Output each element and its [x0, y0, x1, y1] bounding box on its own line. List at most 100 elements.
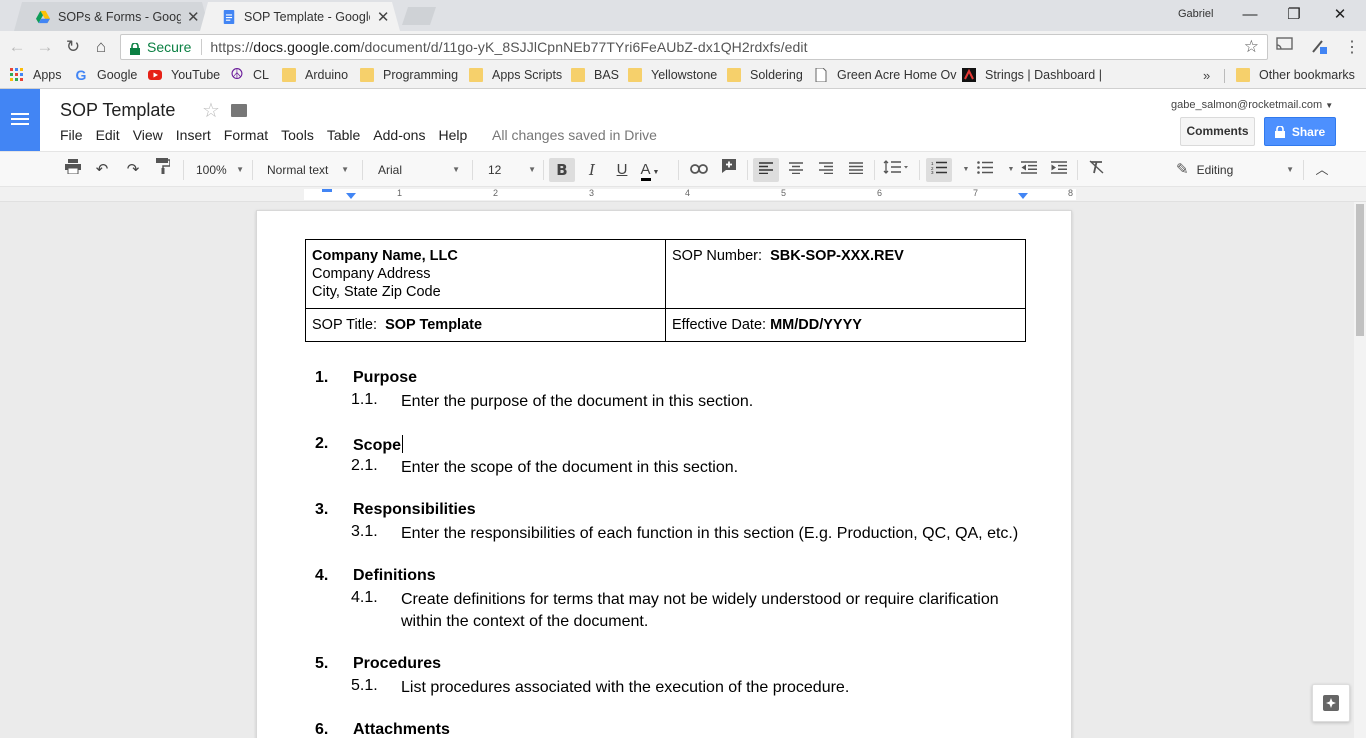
save-status[interactable]: All changes saved in Drive: [492, 127, 657, 143]
bookmark-soldering[interactable]: Soldering: [727, 68, 803, 82]
company-address: Company Address: [312, 266, 431, 282]
new-tab-button[interactable]: [402, 7, 436, 25]
bookmark-youtube[interactable]: YouTube: [148, 68, 220, 82]
decrease-indent-icon[interactable]: [1017, 158, 1041, 182]
bookmark-label: Apps Scripts: [492, 68, 563, 82]
vertical-scrollbar[interactable]: [1354, 202, 1366, 738]
sop-number-cell[interactable]: SOP Number: SBK-SOP-XXX.REV: [665, 239, 1026, 309]
zoom-select[interactable]: 100% ▼: [196, 158, 244, 182]
left-indent-marker[interactable]: [346, 193, 356, 199]
align-left-icon[interactable]: [753, 158, 779, 182]
menu-edit[interactable]: Edit: [96, 127, 120, 143]
bookmark-arduino[interactable]: Arduino: [282, 68, 348, 82]
bookmark-bas[interactable]: BAS: [571, 68, 619, 82]
extension-icon[interactable]: [1310, 37, 1328, 59]
menu-file[interactable]: File: [60, 127, 83, 143]
paint-format-icon[interactable]: [151, 158, 175, 182]
add-comment-icon[interactable]: [717, 158, 741, 182]
bookmark-strings[interactable]: Strings | Dashboard |: [962, 68, 1102, 82]
sop-header-table[interactable]: Company Name, LLC Company Address City, …: [305, 239, 1026, 342]
align-right-icon[interactable]: [814, 158, 838, 182]
undo-icon[interactable]: ↶: [90, 158, 114, 182]
section-number: 6.: [315, 721, 329, 738]
sop-title-cell[interactable]: SOP Title: SOP Template: [305, 308, 666, 342]
underline-icon[interactable]: U: [610, 158, 634, 182]
tab-sop-template[interactable]: SOP Template - Google Do ✕: [200, 2, 400, 31]
align-center-icon[interactable]: [784, 158, 808, 182]
bookmark-yellowstone[interactable]: Yellowstone: [628, 68, 717, 82]
dropdown-caret-icon: ▼: [452, 165, 460, 174]
effective-date-cell[interactable]: Effective Date: MM/DD/YYYY: [665, 308, 1026, 342]
bookmark-other[interactable]: Other bookmarks: [1236, 68, 1355, 82]
close-tab-icon[interactable]: ✕: [376, 8, 390, 26]
document-title[interactable]: SOP Template: [60, 100, 175, 121]
reload-icon[interactable]: ↻: [62, 36, 84, 58]
print-icon[interactable]: [61, 158, 85, 182]
bulleted-list-icon[interactable]: [973, 158, 997, 182]
folder-icon: [571, 68, 585, 82]
chrome-menu-icon[interactable]: ⋮: [1344, 37, 1360, 57]
close-window-icon[interactable]: ✕: [1320, 4, 1360, 26]
clear-formatting-icon[interactable]: [1084, 158, 1108, 182]
font-select[interactable]: Arial ▼: [378, 158, 460, 182]
horizontal-ruler[interactable]: 1 2 3 4 5 6 7 8: [0, 187, 1366, 202]
line-spacing-icon[interactable]: [880, 158, 912, 182]
back-icon[interactable]: ←: [6, 36, 28, 58]
restore-icon[interactable]: ❐: [1274, 4, 1314, 26]
bookmarks-overflow-icon[interactable]: »: [1203, 68, 1210, 83]
star-document-icon[interactable]: ☆: [202, 98, 220, 123]
subsection-number: 4.1.: [351, 589, 378, 606]
forward-icon[interactable]: →: [34, 36, 56, 58]
italic-icon[interactable]: I: [580, 158, 604, 182]
youtube-icon: [148, 70, 162, 80]
bookmarks-divider: [1224, 69, 1225, 83]
zoom-value: 100%: [196, 163, 227, 177]
menu-view[interactable]: View: [133, 127, 163, 143]
minimize-icon[interactable]: —: [1230, 4, 1270, 26]
account-email[interactable]: gabe_salmon@rocketmail.com ▼: [1171, 99, 1333, 111]
menu-help[interactable]: Help: [438, 127, 467, 143]
company-info-cell[interactable]: Company Name, LLC Company Address City, …: [305, 239, 666, 309]
menu-tools[interactable]: Tools: [281, 127, 314, 143]
bookmark-green-acre[interactable]: Green Acre Home Ov: [814, 68, 957, 82]
bookmark-apps[interactable]: Apps: [10, 68, 62, 82]
menu-format[interactable]: Format: [224, 127, 268, 143]
docs-home-icon[interactable]: [0, 89, 40, 151]
right-indent-marker[interactable]: [1018, 193, 1028, 199]
bookmark-programming[interactable]: Programming: [360, 68, 458, 82]
increase-indent-icon[interactable]: [1047, 158, 1071, 182]
cast-icon[interactable]: [1276, 37, 1293, 55]
move-to-folder-icon[interactable]: [231, 104, 247, 117]
bookmark-star-icon[interactable]: ☆: [1244, 37, 1259, 57]
url-text[interactable]: https://docs.google.com/document/d/11go-…: [210, 39, 807, 55]
menu-insert[interactable]: Insert: [176, 127, 211, 143]
paragraph-style-select[interactable]: Normal text ▼: [267, 158, 349, 182]
profile-name[interactable]: Gabriel: [1178, 8, 1213, 20]
first-line-indent-marker[interactable]: [322, 189, 332, 192]
lock-icon: [1274, 125, 1285, 138]
insert-link-icon[interactable]: [687, 158, 711, 182]
text-color-icon[interactable]: A ▼: [638, 158, 662, 182]
editing-mode-select[interactable]: ✎ Editing ▼: [1176, 158, 1294, 182]
omnibox[interactable]: Secure https://docs.google.com/document/…: [120, 34, 1268, 60]
explore-button[interactable]: [1312, 684, 1350, 722]
tab-sops-forms[interactable]: SOPs & Forms - Google Dr ✕: [14, 2, 210, 31]
home-icon[interactable]: ⌂: [90, 36, 112, 58]
menu-table[interactable]: Table: [327, 127, 360, 143]
document-page[interactable]: Company Name, LLC Company Address City, …: [256, 210, 1072, 738]
comments-button[interactable]: Comments: [1180, 117, 1255, 146]
subsection-number: 2.1.: [351, 457, 378, 474]
font-size-select[interactable]: 12 ▼: [488, 158, 536, 182]
bookmark-google[interactable]: G Google: [74, 68, 138, 82]
align-justify-icon[interactable]: [844, 158, 868, 182]
bookmark-cl[interactable]: ☮ CL: [230, 67, 269, 82]
close-tab-icon[interactable]: ✕: [187, 8, 200, 26]
share-button[interactable]: Share: [1264, 117, 1336, 146]
scrollbar-thumb[interactable]: [1356, 204, 1364, 336]
bold-icon[interactable]: B: [549, 158, 575, 182]
numbered-list-icon[interactable]: 123: [926, 158, 952, 182]
menu-addons[interactable]: Add-ons: [373, 127, 425, 143]
collapse-menus-icon[interactable]: ︿: [1310, 158, 1334, 182]
bookmark-apps-scripts[interactable]: Apps Scripts: [469, 68, 562, 82]
redo-icon[interactable]: ↷: [121, 158, 145, 182]
